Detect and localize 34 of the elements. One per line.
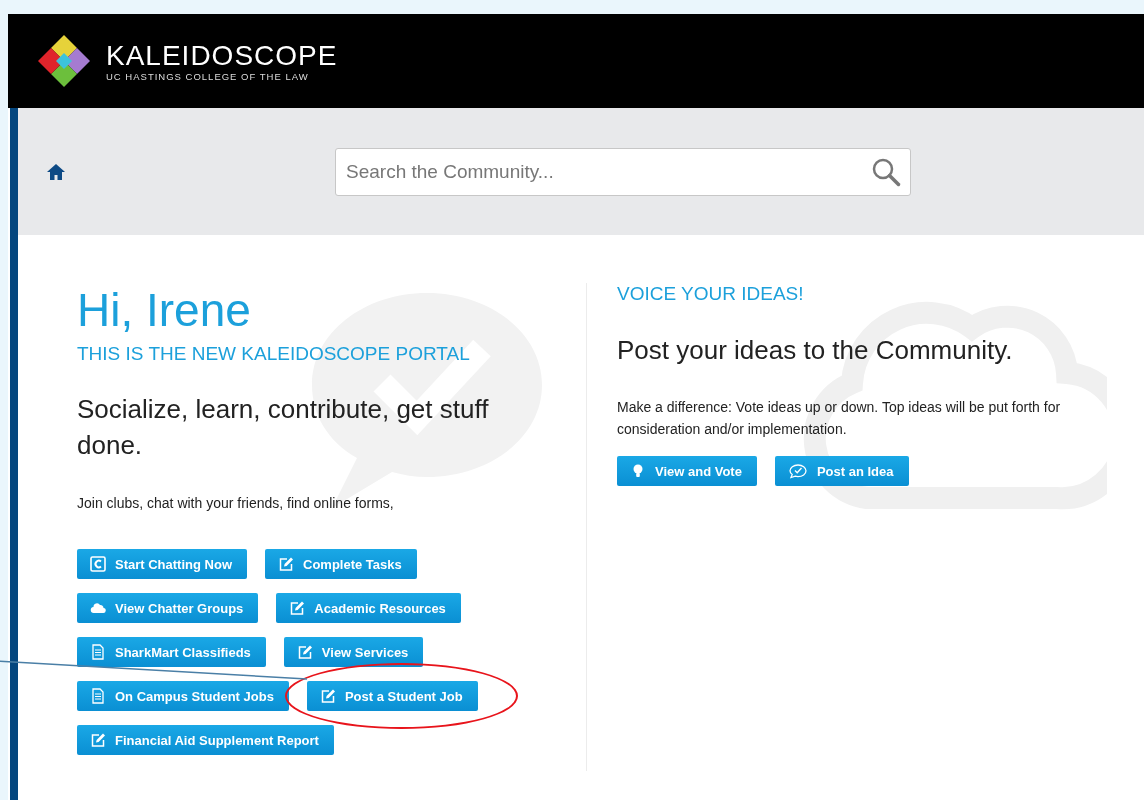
brand-subtitle: UC HASTINGS COLLEGE OF THE LAW — [106, 70, 310, 82]
portal-subheading: THIS IS THE NEW KALEIDOSCOPE PORTAL — [77, 343, 471, 365]
ideas-heading: VOICE YOUR IDEAS! — [617, 283, 805, 305]
edit-icon — [319, 688, 336, 704]
link-button[interactable]: Post a Student Job — [306, 681, 478, 711]
edit-icon — [90, 732, 106, 748]
edit-icon — [296, 644, 313, 660]
logo-icon — [36, 33, 92, 89]
cloud-icon — [90, 600, 106, 616]
edit-icon — [278, 556, 294, 572]
link-button[interactable]: On Campus Student Jobs — [77, 681, 289, 711]
edit-icon — [289, 600, 306, 616]
document-icon — [90, 688, 106, 704]
search-field[interactable]: Search the Community... — [335, 147, 911, 196]
tagline: Socialize, learn, contribute, get stuff done. — [77, 393, 490, 462]
idea-button[interactable]: View and Vote — [617, 456, 757, 486]
intro-text: Join clubs, chat with your friends, find online forms, — [77, 495, 395, 511]
search-icon[interactable] — [871, 156, 901, 187]
link-button[interactable]: Start Chatting Now — [77, 549, 247, 579]
idea-button[interactable]: Post an Idea — [774, 456, 909, 486]
link-button[interactable]: View Services — [283, 637, 424, 667]
link-button[interactable]: Financial Aid Supplement Report — [77, 725, 334, 755]
chatter-icon — [90, 556, 106, 572]
chat-check-icon — [787, 463, 808, 479]
ideas-title: Post your ideas to the Community. — [617, 335, 1014, 366]
home-icon[interactable] — [46, 161, 66, 182]
link-button[interactable]: SharkMart Classifieds — [77, 637, 266, 667]
greeting: Hi, Irene — [77, 283, 252, 337]
brand-name: KALEIDOSCOPE — [106, 40, 338, 71]
link-button[interactable]: Academic Resources — [276, 593, 461, 623]
link-button[interactable]: Complete Tasks — [265, 549, 417, 579]
document-icon — [90, 644, 106, 660]
ideas-description: Make a difference: Vote ideas up or down. Top ideas will be put forth for consideration and/or implementation. — [617, 398, 1062, 439]
link-button[interactable]: View Chatter Groups — [77, 593, 259, 623]
